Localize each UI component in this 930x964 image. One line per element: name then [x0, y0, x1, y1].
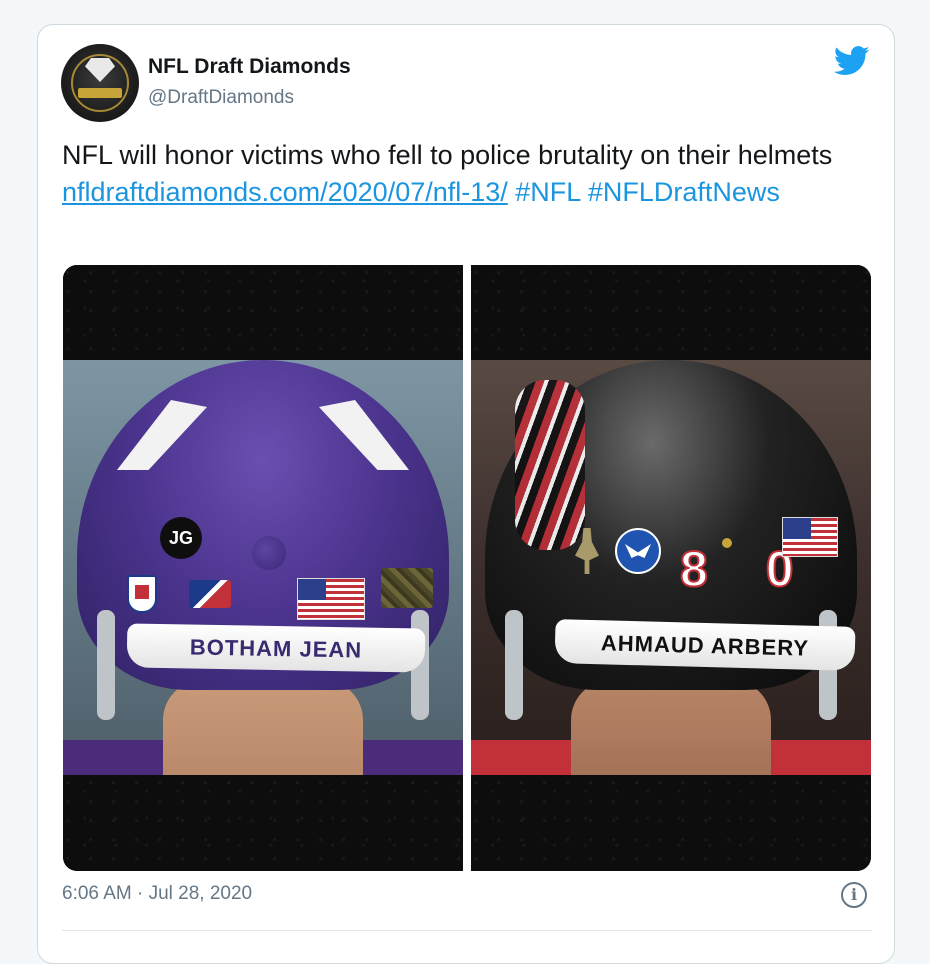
number-dot [722, 538, 732, 548]
avatar-banner [78, 88, 122, 98]
nameplate-right: AHMAUD ARBERY [554, 619, 856, 671]
player-neck [571, 680, 771, 775]
media-divider [463, 265, 471, 871]
author-handle[interactable]: @DraftDiamonds [148, 87, 294, 109]
camo-decal-icon [381, 568, 433, 608]
info-icon[interactable]: i [841, 882, 867, 908]
falcon-logo-stripe [515, 380, 585, 550]
us-flag-icon [297, 578, 365, 620]
nameplate-left: BOTHAM JEAN [126, 623, 426, 673]
vikings-helmet: JG BOTHAM JEAN [77, 360, 449, 720]
horn-decal-left [117, 400, 207, 470]
media-image-right[interactable]: 8 0 AHMAUD ARBERY [471, 265, 871, 871]
hashtag-nfldraftnews[interactable]: #NFLDraftNews [588, 177, 780, 207]
tweet-card[interactable]: NFL Draft Diamonds @DraftDiamonds NFL wi… [37, 24, 895, 964]
hashtag-nfl[interactable]: #NFL [515, 177, 580, 207]
letterbox-bottom [63, 775, 463, 871]
player-neck [163, 680, 363, 775]
initials-decal: JG [160, 517, 202, 559]
helmet-photo-vikings: JG BOTHAM JEAN [63, 360, 463, 775]
horn-decal-right [319, 400, 409, 470]
facemask-left [97, 610, 115, 720]
falcons-helmet: 8 0 AHMAUD ARBERY [485, 360, 857, 720]
twitter-bird-icon[interactable] [834, 45, 870, 77]
helmet-knob [252, 536, 286, 570]
footer-divider [62, 930, 872, 931]
letterbox-top [63, 265, 463, 360]
tweet-link[interactable]: nfldraftdiamonds.com/2020/07/nfl-13/ [62, 177, 508, 207]
helmet-photo-falcons: 8 0 AHMAUD ARBERY [471, 360, 871, 775]
inspire-change-icon [189, 580, 231, 608]
air-force-icon [615, 528, 661, 574]
us-flag-icon [782, 517, 838, 557]
facemask-left [505, 610, 523, 720]
author-avatar[interactable] [61, 44, 139, 122]
author-name[interactable]: NFL Draft Diamonds [148, 55, 351, 79]
tweet-media[interactable]: JG BOTHAM JEAN 8 0 AHMAUD ARBERY [63, 265, 871, 871]
letterbox-top [471, 265, 871, 360]
letterbox-bottom [471, 775, 871, 871]
tweet-timestamp[interactable]: 6:06 AM · Jul 28, 2020 [62, 883, 252, 905]
tweet-text: NFL will honor victims who fell to polic… [62, 137, 852, 211]
tweet-body: NFL will honor victims who fell to polic… [62, 140, 833, 170]
nfl-shield-icon [127, 575, 157, 613]
media-image-left[interactable]: JG BOTHAM JEAN [63, 265, 463, 871]
